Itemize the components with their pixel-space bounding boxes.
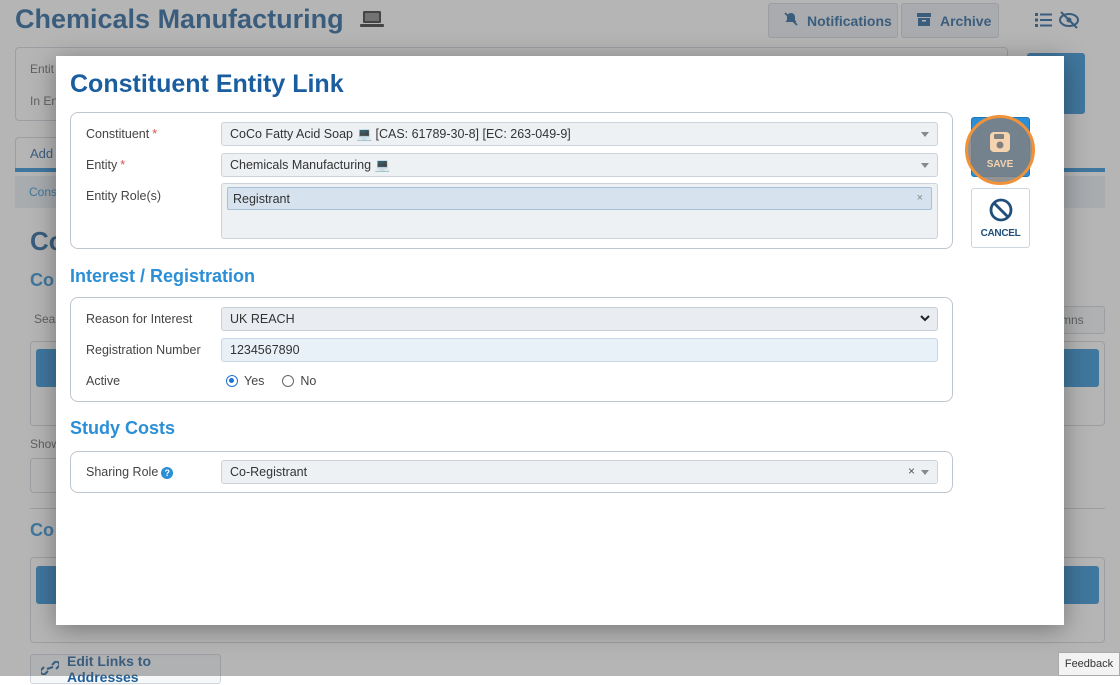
active-no-label[interactable]: No	[300, 374, 316, 388]
feedback-tab[interactable]: Feedback	[1058, 652, 1120, 676]
constituent-value: CoCo Fatty Acid Soap 💻 [CAS: 61789-30-8]…	[230, 126, 571, 141]
study-costs-heading: Study Costs	[70, 418, 176, 438]
sharing-role-label: Sharing Role?	[86, 465, 174, 479]
constituent-entity-link-modal: Constituent Entity Link Constituent * CoC…	[56, 56, 1064, 625]
entity-label: Entity *	[86, 158, 126, 172]
entity-roles-label: Entity Role(s)	[86, 189, 162, 203]
entity-roles-multiselect[interactable]: Registrant ×	[221, 183, 938, 239]
constituent-row: Constituent * CoCo Fatty Acid Soap 💻 [CAS…	[71, 122, 952, 146]
registration-number-input[interactable]: 1234567890	[221, 338, 938, 362]
help-icon[interactable]: ?	[161, 466, 174, 479]
constituent-label: Constituent *	[86, 127, 158, 141]
caret-down-icon	[921, 470, 929, 475]
remove-tag-icon[interactable]: ×	[917, 192, 923, 204]
modal-title: Constituent Entity Link	[70, 70, 344, 98]
active-no-radio[interactable]	[282, 375, 295, 387]
reason-row: Reason for Interest UK REACH	[71, 307, 952, 331]
role-tag: Registrant ×	[227, 187, 932, 210]
sharing-role-row: Sharing Role? Co-Registrant ×	[71, 460, 952, 484]
active-yes-label[interactable]: Yes	[244, 374, 264, 388]
floppy-disk-icon	[989, 131, 1011, 156]
required-marker: *	[152, 127, 158, 141]
entity-select[interactable]: Chemicals Manufacturing 💻	[221, 153, 938, 177]
save-button-content[interactable]: SAVE	[965, 115, 1035, 185]
constituent-select[interactable]: CoCo Fatty Acid Soap 💻 [CAS: 61789-30-8]…	[221, 122, 938, 146]
interest-registration-panel: Reason for Interest UK REACH Registratio…	[70, 297, 953, 402]
role-tag-label: Registrant	[233, 191, 290, 206]
link-details-panel: Constituent * CoCo Fatty Acid Soap 💻 [CAS…	[70, 112, 953, 249]
clear-icon[interactable]: ×	[908, 464, 915, 478]
chevron-down-icon	[919, 311, 931, 328]
cancel-label: CANCEL	[980, 227, 1021, 239]
registration-number-value: 1234567890	[230, 343, 300, 357]
study-costs-panel: Sharing Role? Co-Registrant ×	[70, 451, 953, 493]
registration-number-label: Registration Number	[86, 343, 201, 357]
cancel-button[interactable]: CANCEL	[971, 188, 1030, 248]
entity-row: Entity * Chemicals Manufacturing 💻	[71, 153, 952, 177]
active-yes-radio[interactable]	[226, 375, 238, 387]
save-label: SAVE	[986, 158, 1014, 170]
feedback-label: Feedback	[1064, 658, 1114, 670]
active-row: Active Yes No	[71, 369, 952, 393]
reason-for-interest-select[interactable]: UK REACH	[221, 307, 938, 331]
caret-down-icon	[921, 163, 929, 168]
registration-number-row: Registration Number 1234567890	[71, 338, 952, 362]
reason-label: Reason for Interest	[86, 312, 193, 326]
caret-down-icon	[921, 132, 929, 137]
ban-icon	[989, 198, 1013, 225]
sharing-role-value: Co-Registrant	[230, 465, 308, 479]
interest-registration-heading: Interest / Registration	[70, 266, 256, 286]
required-marker: *	[120, 158, 126, 172]
sharing-role-select[interactable]: Co-Registrant ×	[221, 460, 938, 484]
active-label: Active	[86, 374, 121, 388]
active-radio-group: Yes No	[226, 374, 316, 388]
entity-value: Chemicals Manufacturing 💻	[230, 157, 391, 172]
reason-value: UK REACH	[230, 312, 295, 326]
